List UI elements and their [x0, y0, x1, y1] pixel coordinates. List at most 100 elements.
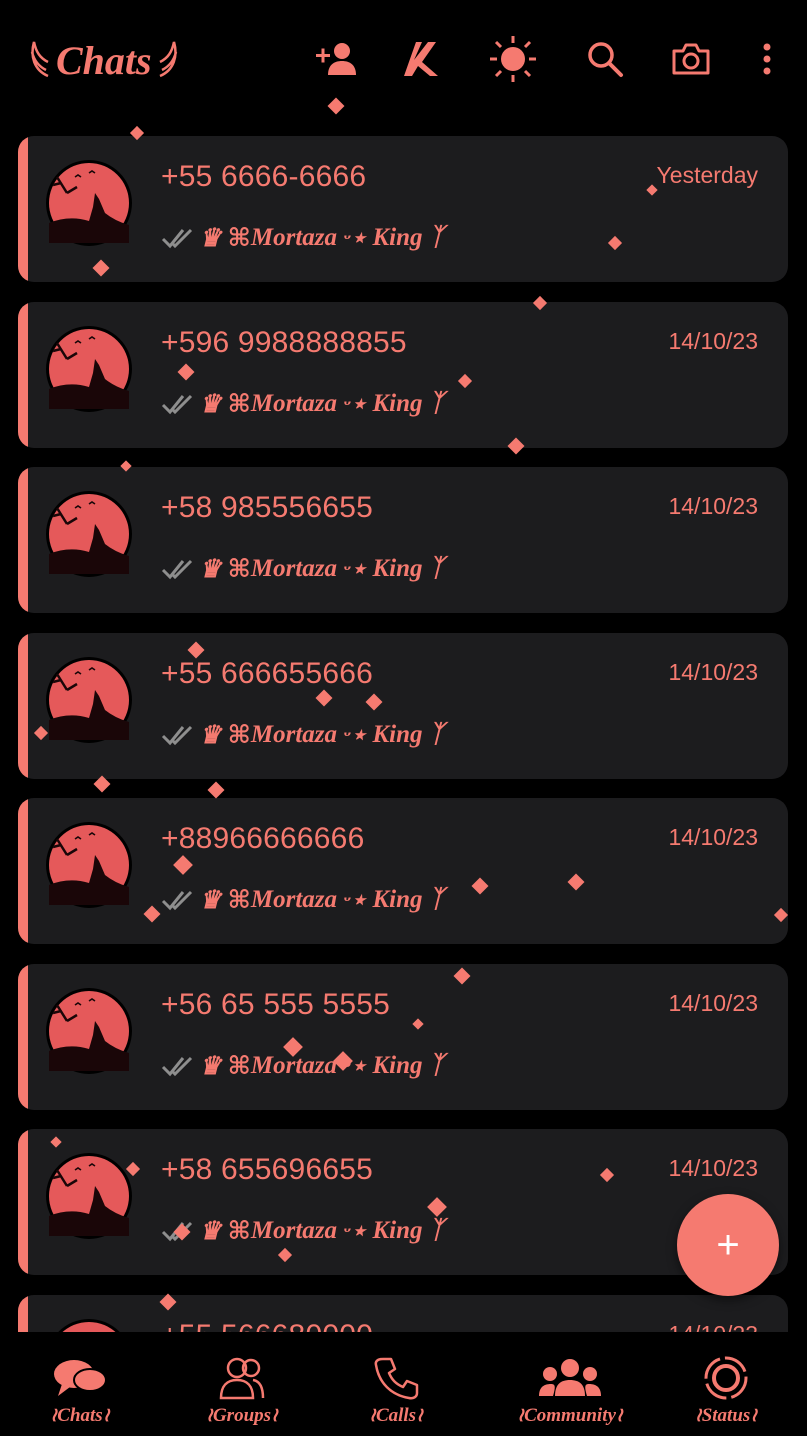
- chat-time: 14/10/23: [668, 659, 758, 685]
- chat-time: Yesterday: [656, 162, 758, 188]
- deco-mid: ᵕ⋆: [337, 1218, 373, 1245]
- avatar[interactable]: [46, 1319, 132, 1332]
- preview-name: Mortaza: [250, 390, 337, 417]
- preview-title: King: [372, 1217, 423, 1244]
- chat-time: 14/10/23: [668, 1321, 758, 1332]
- chat-time: 14/10/23: [668, 493, 758, 519]
- preview-name: Mortaza: [250, 555, 337, 582]
- deco-prefix: ♛ ⌘: [199, 1053, 251, 1080]
- accent-stripe: [18, 302, 28, 448]
- chat-name: +55 566680000: [161, 1319, 373, 1332]
- preview-title: King: [372, 721, 423, 748]
- deco-suffix: ᛉ: [422, 224, 444, 251]
- accent-stripe: [18, 633, 28, 779]
- accent-stripe: [18, 1295, 28, 1332]
- wolf-moon-icon: [62, 1322, 116, 1332]
- nav-item-community[interactable]: ≀Community≀: [500, 1334, 640, 1436]
- preview-title: King: [372, 886, 423, 913]
- deco-mid: ᵕ⋆: [337, 887, 373, 914]
- search-icon[interactable]: [580, 34, 630, 84]
- deco-mid: ᵕ⋆: [337, 722, 373, 749]
- deco-prefix: ♛ ⌘: [199, 1218, 251, 1245]
- camera-icon[interactable]: [666, 34, 716, 84]
- chat-name: +88966666666: [161, 822, 365, 855]
- preview-name: Mortaza: [250, 1217, 337, 1244]
- chat-time: 14/10/23: [668, 1155, 758, 1181]
- double-check-icon: [161, 1056, 193, 1077]
- page-title: Chats: [56, 37, 152, 83]
- wolf-moon-icon: [49, 660, 129, 740]
- chat-preview: ♛ ⌘ Mortaza ᵕ⋆ King ᛉ: [161, 880, 444, 920]
- chat-preview: ♛ ⌘ Mortaza ᵕ⋆ King ᛉ: [161, 1046, 444, 1086]
- chat-row[interactable]: +56 65 555 5555 14/10/23 ♛ ⌘ Mortaza ᵕ⋆ …: [18, 964, 788, 1110]
- nav-item-chats[interactable]: ≀Chats≀: [10, 1334, 150, 1436]
- bottom-nav: ≀Chats≀ ≀Groups≀ ≀Calls≀ ≀Community≀ ≀St…: [0, 1334, 807, 1436]
- deco-prefix: ♛ ⌘: [199, 556, 251, 583]
- chat-row[interactable]: +88966666666 14/10/23 ♛ ⌘ Mortaza ᵕ⋆ Kin…: [18, 798, 788, 944]
- avatar[interactable]: [46, 822, 132, 908]
- chat-preview: ♛ ⌘ Mortaza ᵕ⋆ King ᛉ: [161, 218, 444, 258]
- chat-name: +55 666655666: [161, 657, 373, 690]
- more-vert-icon[interactable]: [742, 34, 792, 84]
- chat-row[interactable]: +55 666655666 14/10/23 ♛ ⌘ Mortaza ᵕ⋆ Ki…: [18, 633, 788, 779]
- chat-row[interactable]: +596 9988888855 14/10/23 ♛ ⌘ Mortaza ᵕ⋆ …: [18, 302, 788, 448]
- preview-title: King: [372, 1052, 423, 1079]
- wolf-moon-icon: [49, 991, 129, 1071]
- deco-mid: ᵕ⋆: [337, 1053, 373, 1080]
- preview-name: Mortaza: [250, 886, 337, 913]
- chat-row[interactable]: +55 6666-6666 Yesterday ♛ ⌘ Mortaza ᵕ⋆ K…: [18, 136, 788, 282]
- deco-suffix: ᛉ: [422, 1052, 444, 1079]
- accent-stripe: [18, 1129, 28, 1275]
- avatar[interactable]: [46, 326, 132, 412]
- chat-row[interactable]: +58 655696655 14/10/23 ♛ ⌘ Mortaza ᵕ⋆ Ki…: [18, 1129, 788, 1275]
- avatar[interactable]: [46, 657, 132, 743]
- chat-row[interactable]: +58 985556655 14/10/23 ♛ ⌘ Mortaza ᵕ⋆ Ki…: [18, 467, 788, 613]
- accent-stripe: [18, 136, 28, 282]
- deco-prefix: ♛ ⌘: [199, 225, 251, 252]
- avatar[interactable]: [46, 1153, 132, 1239]
- deco-prefix: ♛ ⌘: [199, 722, 251, 749]
- preview-name: Mortaza: [250, 721, 337, 748]
- nav-label: ≀Chats≀: [50, 1405, 110, 1426]
- theme-sun-icon[interactable]: [488, 34, 538, 84]
- nav-item-calls[interactable]: ≀Calls≀: [326, 1334, 466, 1436]
- status-icon: [702, 1352, 750, 1404]
- king-logo-icon[interactable]: [396, 34, 446, 84]
- deco-prefix: ♛ ⌘: [199, 887, 251, 914]
- nav-label: ≀Groups≀: [205, 1405, 279, 1426]
- chat-name: +596 9988888855: [161, 326, 407, 359]
- wolf-moon-icon: [49, 1156, 129, 1236]
- new-chat-fab[interactable]: +: [677, 1194, 779, 1296]
- deco-suffix: ᛉ: [422, 390, 444, 417]
- chat-name: +58 985556655: [161, 491, 373, 524]
- preview-title: King: [372, 555, 423, 582]
- chat-preview: ♛ ⌘ Mortaza ᵕ⋆ King ᛉ: [161, 715, 444, 755]
- nav-item-groups[interactable]: ≀Groups≀: [172, 1334, 312, 1436]
- deco-mid: ᵕ⋆: [337, 556, 373, 583]
- preview-name: Mortaza: [250, 1052, 337, 1079]
- deco-prefix: ♛ ⌘: [199, 391, 251, 418]
- deco-suffix: ᛉ: [422, 886, 444, 913]
- chat-row[interactable]: +55 566680000 14/10/23: [18, 1295, 788, 1332]
- chat-preview: ♛ ⌘ Mortaza ᵕ⋆ King ᛉ: [161, 549, 444, 589]
- double-check-icon: [161, 1221, 193, 1242]
- chat-preview: ♛ ⌘ Mortaza ᵕ⋆ King ᛉ: [161, 384, 444, 424]
- right-wing-icon: [159, 41, 177, 78]
- preview-title: King: [372, 224, 423, 251]
- nav-label: ≀Community≀: [516, 1405, 624, 1426]
- avatar[interactable]: [46, 988, 132, 1074]
- calls-icon: [373, 1352, 419, 1404]
- wolf-moon-icon: [49, 329, 129, 409]
- chat-list[interactable]: +55 6666-6666 Yesterday ♛ ⌘ Mortaza ᵕ⋆ K…: [18, 136, 788, 1332]
- accent-stripe: [18, 964, 28, 1110]
- avatar[interactable]: [46, 491, 132, 577]
- nav-item-status[interactable]: ≀Status≀: [656, 1334, 796, 1436]
- chat-time: 14/10/23: [668, 990, 758, 1016]
- avatar[interactable]: [46, 160, 132, 246]
- chat-name: +58 655696655: [161, 1153, 373, 1186]
- plus-icon: +: [716, 1223, 740, 1267]
- wolf-moon-icon: [49, 163, 129, 243]
- wolf-moon-icon: [49, 494, 129, 574]
- deco-mid: ᵕ⋆: [337, 391, 373, 418]
- add-contact-icon[interactable]: [312, 34, 362, 84]
